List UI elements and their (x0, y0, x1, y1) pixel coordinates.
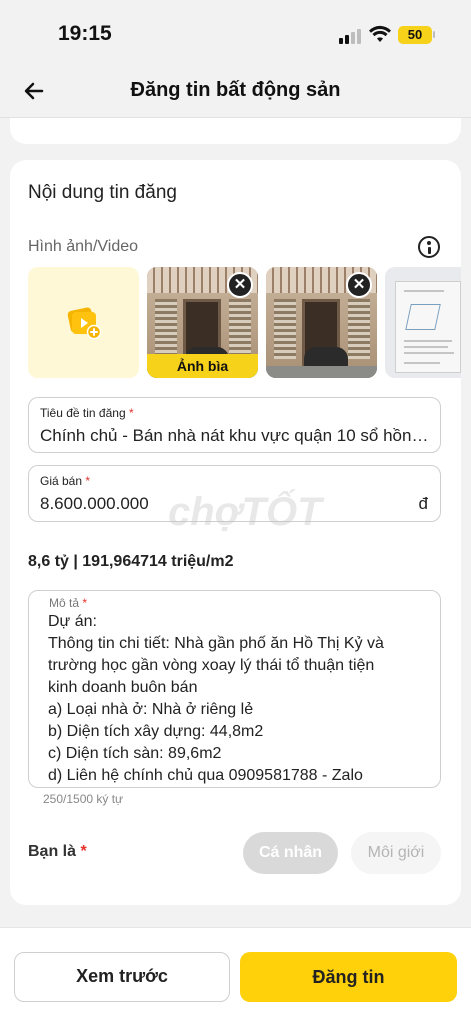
add-media-button[interactable] (28, 267, 139, 378)
title-field[interactable]: Tiêu đề tin đăng * Chính chủ - Bán nhà n… (28, 397, 441, 453)
description-line: d) Liên hệ chính chủ qua 0909581788 - Za… (48, 767, 363, 784)
title-field-label: Tiêu đề tin đăng * (40, 406, 134, 420)
post-button[interactable]: Đăng tin (240, 952, 457, 1002)
section-title: Nội dung tin đăng (28, 182, 177, 203)
description-line: Thông tin chi tiết: Nhà gần phố ăn Hồ Th… (48, 635, 384, 652)
info-icon[interactable] (418, 236, 440, 258)
remove-media-button[interactable]: ✕ (346, 272, 372, 298)
description-line: a) Loại nhà ở: Nhà ở riêng lẻ (48, 701, 254, 718)
media-thumbnail[interactable] (385, 267, 461, 378)
currency-symbol: đ (418, 494, 428, 513)
bottom-action-bar: Xem trước Đăng tin (0, 927, 471, 1024)
price-field-label: Giá bán * (40, 474, 91, 488)
description-field[interactable]: Mô tả * Dự án: Thông tin chi tiết: Nhà g… (28, 590, 441, 788)
document-photo (395, 281, 461, 373)
remove-media-button[interactable]: ✕ (227, 272, 253, 298)
watermark: chợTỐT (168, 490, 322, 534)
media-thumbnail[interactable]: ✕ Ảnh bìa (147, 267, 258, 378)
add-photo-video-icon (67, 307, 102, 339)
role-option-broker[interactable]: Môi giới (351, 832, 441, 874)
role-label: Bạn là * (28, 843, 87, 860)
description-line: c) Diện tích sàn: 89,6m2 (48, 745, 222, 762)
top-app-bar: Đăng tin bất động sản (0, 64, 471, 118)
media-thumbnail[interactable]: ✕ (266, 267, 377, 378)
page-title: Đăng tin bất động sản (130, 79, 341, 101)
battery-tip (433, 31, 435, 38)
price-summary: 8,6 tỷ | 191,964714 triệu/m2 (28, 553, 234, 570)
wifi-icon (369, 25, 391, 42)
signal-icon (339, 28, 363, 44)
media-label: Hình ảnh/Video (28, 238, 139, 255)
status-bar: 19:15 50 (0, 0, 471, 64)
battery-indicator: 50 (398, 26, 432, 44)
description-line: b) Diện tích xây dựng: 44,8m2 (48, 723, 264, 740)
description-line: trường học gần vòng xoay lý thái tổ thuậ… (48, 657, 375, 674)
description-line: Dự án: (48, 613, 97, 630)
description-line: kinh doanh buôn bán (48, 679, 198, 696)
post-content-card: Nội dung tin đăng Hình ảnh/Video ✕ Ảnh b… (10, 160, 461, 905)
status-time: 19:15 (58, 22, 112, 45)
previous-card-edge (10, 118, 461, 144)
role-option-personal[interactable]: Cá nhân (243, 832, 338, 874)
cover-badge: Ảnh bìa (147, 354, 258, 378)
title-input[interactable]: Chính chủ - Bán nhà nát khu vực quận 10 … (40, 426, 432, 446)
char-count: 250/1500 ký tự (43, 792, 124, 806)
description-label: Mô tả * (49, 596, 88, 610)
description-textarea[interactable]: Dự án: Thông tin chi tiết: Nhà gần phố ă… (48, 611, 428, 787)
preview-button[interactable]: Xem trước (14, 952, 230, 1002)
